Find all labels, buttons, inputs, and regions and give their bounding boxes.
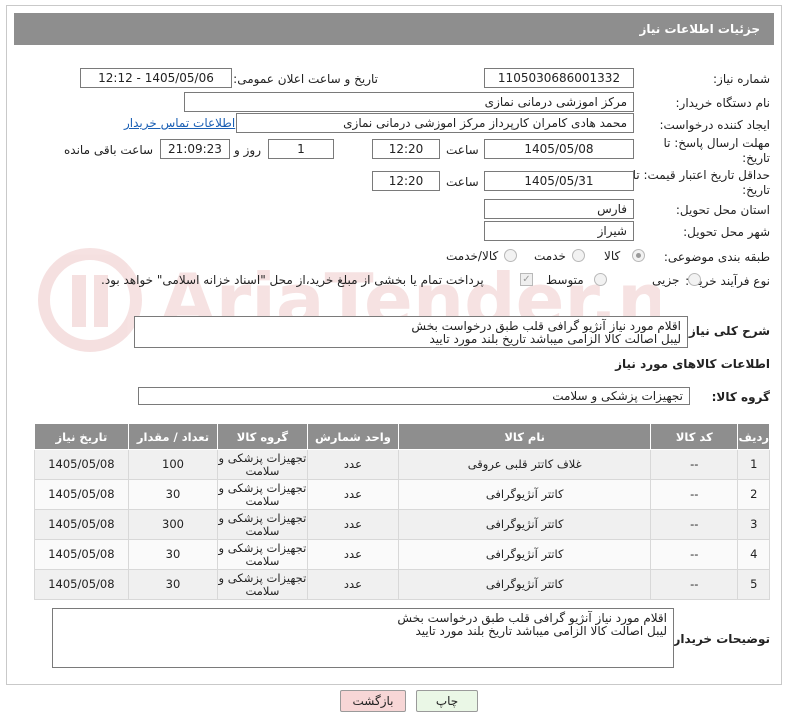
cell-group: تجهیزات پزشکی و سلامت [217, 569, 308, 600]
category-option-goods: کالا [604, 249, 621, 263]
buyer-org-label: نام دستگاه خریدار: [675, 96, 771, 110]
need-number-field: 1105030686001332 [484, 68, 634, 88]
goods-section-title: اطلاعات کالاهای مورد نیاز [615, 357, 770, 371]
validity-time-field: 12:20 [372, 171, 440, 191]
cell-name: کاتتر آنژیوگرافی [398, 509, 652, 540]
table-row: 5 -- کاتتر آنژیوگرافی عدد تجهیزات پزشکی … [34, 569, 770, 600]
cell-name: کاتتر آنژیوگرافی [398, 539, 652, 570]
payment-checkbox[interactable]: ✓ [520, 273, 533, 286]
cell-date: 1405/05/08 [34, 569, 129, 600]
cell-code: -- [650, 479, 739, 510]
province-field: فارس [484, 199, 634, 219]
buyer-org-field: مرکز اموزشی درمانی نمازی [184, 92, 634, 112]
validity-date-field: 1405/05/31 [484, 171, 634, 191]
cell-group: تجهیزات پزشکی و سلامت [217, 539, 308, 570]
category-radio-both[interactable] [504, 249, 517, 262]
col-qty: تعداد / مقدار [127, 423, 219, 450]
process-radio-medium[interactable] [594, 273, 607, 286]
cell-row: 1 [737, 449, 770, 480]
goods-table: ردیف کد کالا نام کالا واحد شمارش گروه کا… [34, 423, 770, 600]
city-label: شهر محل تحویل: [683, 225, 770, 239]
cell-date: 1405/05/08 [34, 509, 129, 540]
cell-code: -- [650, 569, 739, 600]
deadline-label: مهلت ارسال پاسخ: تا تاریخ: [663, 136, 770, 165]
category-option-service: خدمت [534, 249, 566, 263]
cell-name: کاتتر آنژیوگرافی [398, 479, 652, 510]
cell-qty: 30 [127, 539, 219, 570]
cell-unit: عدد [306, 479, 400, 510]
validity-time-label: ساعت [446, 175, 479, 189]
process-option-minor: جزیی [652, 273, 680, 287]
cell-group: تجهیزات پزشکی و سلامت [217, 479, 308, 510]
table-row: 4 -- کاتتر آنژیوگرافی عدد تجهیزات پزشکی … [34, 539, 770, 570]
cell-unit: عدد [306, 509, 400, 540]
deadline-date-field: 1405/05/08 [484, 139, 634, 159]
print-button[interactable]: چاپ [416, 690, 478, 712]
cell-row: 3 [737, 509, 770, 540]
buyer-contact-link[interactable]: اطلاعات تماس خریدار [124, 116, 235, 130]
cell-qty: 30 [127, 569, 219, 600]
cell-group: تجهیزات پزشکی و سلامت [217, 449, 308, 480]
need-number-label: شماره نیاز: [713, 72, 770, 86]
city-field: شیراز [484, 221, 634, 241]
cell-date: 1405/05/08 [34, 539, 129, 570]
cell-code: -- [650, 449, 739, 480]
cell-name: غلاف کاتتر قلبی عروقی [398, 449, 652, 480]
table-row: 1 -- غلاف کاتتر قلبی عروقی عدد تجهیزات پ… [34, 449, 770, 480]
cell-code: -- [650, 539, 739, 570]
remaining-label: ساعت باقی مانده [64, 143, 154, 157]
process-option-medium: متوسط [546, 273, 584, 287]
goods-group-field: تجهیزات پزشکی و سلامت [138, 387, 690, 405]
payment-note: پرداخت تمام یا بخشی از مبلغ خرید،از محل … [101, 273, 484, 287]
cell-group: تجهیزات پزشکی و سلامت [217, 509, 308, 540]
category-label: طبقه بندی موضوعی: [663, 250, 770, 264]
buyer-notes-label: توضیحات خریدار: [668, 632, 770, 646]
table-header-row: ردیف کد کالا نام کالا واحد شمارش گروه کا… [34, 423, 770, 450]
back-button[interactable]: بازگشت [340, 690, 406, 712]
cell-qty: 30 [127, 479, 219, 510]
category-radio-service[interactable] [572, 249, 585, 262]
buyer-notes-textarea[interactable]: اقلام مورد نیاز آنژیو گرافی قلب طبق درخو… [52, 608, 674, 668]
category-radio-goods[interactable] [632, 249, 645, 262]
category-option-both: کالا/خدمت [446, 249, 499, 263]
creator-field: محمد هادی کامران کارپرداز مرکز اموزشی در… [236, 113, 634, 133]
description-textarea[interactable]: اقلام مورد نیاز آنژیو گرافی قلب طبق درخو… [134, 316, 688, 348]
cell-qty: 300 [127, 509, 219, 540]
cell-date: 1405/05/08 [34, 449, 129, 480]
col-group: گروه کالا [217, 423, 308, 450]
cell-name: کاتتر آنژیوگرافی [398, 569, 652, 600]
deadline-time-field: 12:20 [372, 139, 440, 159]
creator-label: ایجاد کننده درخواست: [659, 118, 770, 132]
remaining-time-field: 21:09:23 [160, 139, 230, 159]
goods-group-label: گروه کالا: [711, 390, 770, 404]
col-unit: واحد شمارش [306, 423, 400, 450]
col-date: تاریخ نیاز [34, 423, 129, 450]
col-code: کد کالا [650, 423, 739, 450]
days-label: روز و [234, 143, 261, 157]
validity-label: حداقل تاریخ اعتبار قیمت: تا تاریخ: [632, 168, 770, 197]
announce-field: 1405/05/06 - 12:12 [80, 68, 232, 88]
announce-label: تاریخ و ساعت اعلان عمومی: [233, 72, 378, 86]
table-row: 2 -- کاتتر آنژیوگرافی عدد تجهیزات پزشکی … [34, 479, 770, 510]
description-label: شرح کلی نیاز: [684, 324, 770, 338]
province-label: استان محل تحویل: [675, 203, 770, 217]
days-field: 1 [268, 139, 334, 159]
cell-unit: عدد [306, 449, 400, 480]
col-name: نام کالا [398, 423, 652, 450]
page-header: جزئیات اطلاعات نیاز [14, 13, 774, 45]
cell-date: 1405/05/08 [34, 479, 129, 510]
col-row: ردیف [737, 423, 770, 450]
deadline-time-label: ساعت [446, 143, 479, 157]
cell-code: -- [650, 509, 739, 540]
cell-row: 5 [737, 569, 770, 600]
cell-row: 2 [737, 479, 770, 510]
cell-unit: عدد [306, 539, 400, 570]
cell-row: 4 [737, 539, 770, 570]
table-row: 3 -- کاتتر آنژیوگرافی عدد تجهیزات پزشکی … [34, 509, 770, 540]
cell-qty: 100 [127, 449, 219, 480]
cell-unit: عدد [306, 569, 400, 600]
process-radio-minor[interactable] [688, 273, 701, 286]
